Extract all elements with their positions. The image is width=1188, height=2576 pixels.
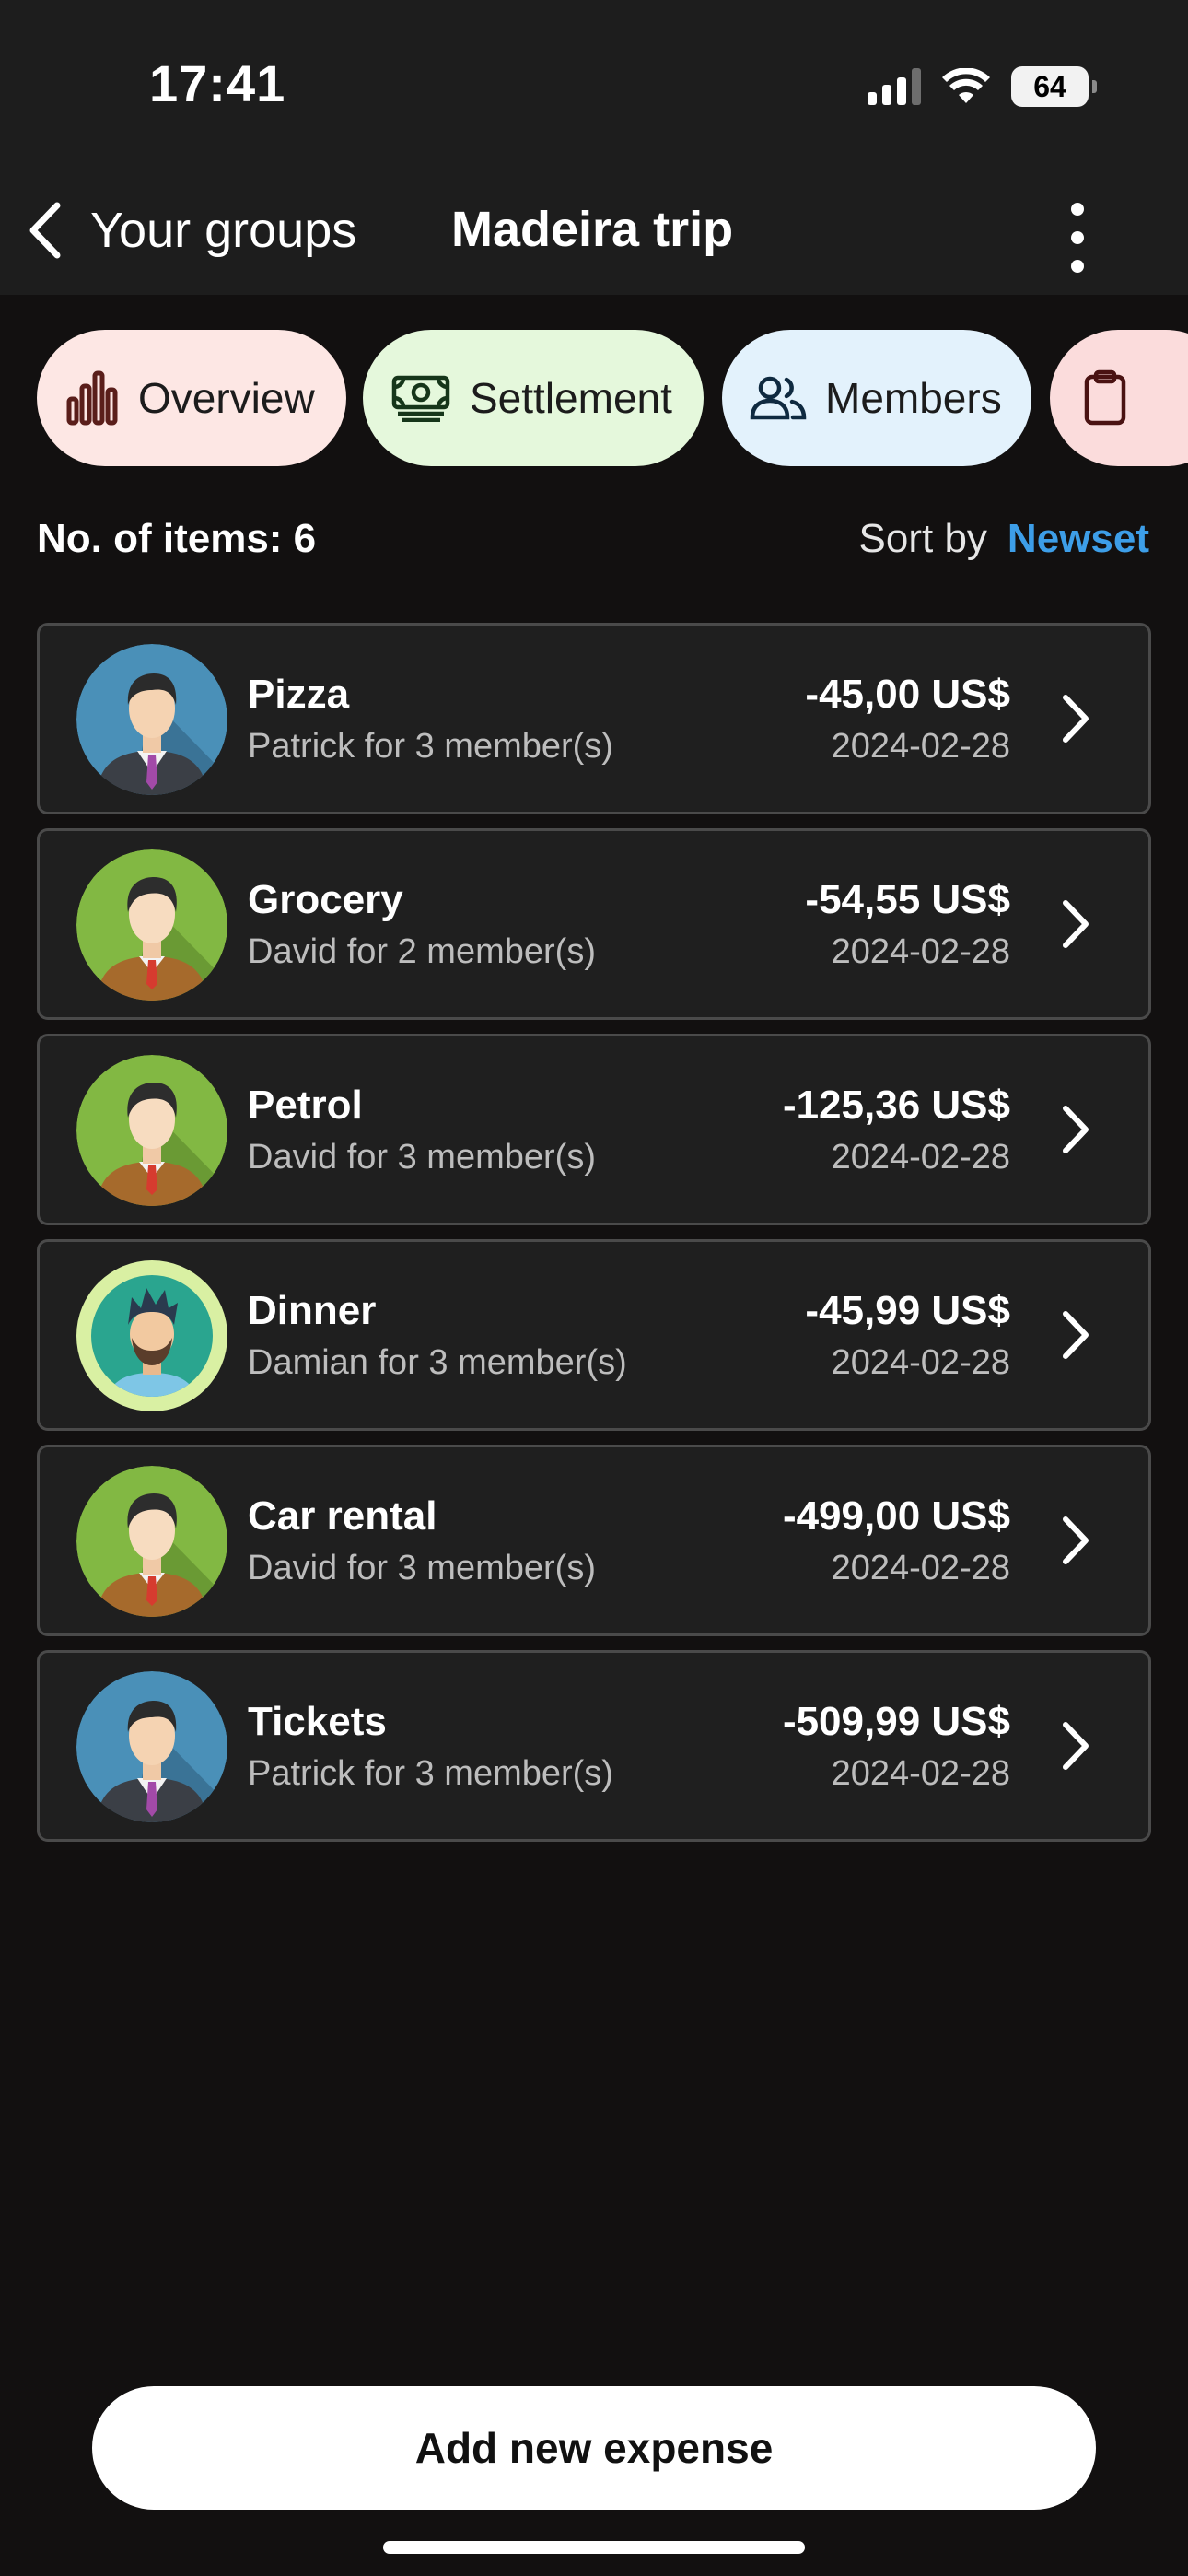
expense-item[interactable]: Dinner Damian for 3 member(s) -45,99 US$ 20… bbox=[37, 1239, 1151, 1431]
expense-item[interactable]: Petrol David for 3 member(s) -125,36 US$ 20… bbox=[37, 1034, 1151, 1225]
expense-title: Car rental bbox=[248, 1493, 437, 1539]
expense-date: 2024-02-28 bbox=[831, 1138, 1010, 1177]
avatar bbox=[76, 849, 227, 1001]
expense-amount: -54,55 US$ bbox=[805, 877, 1010, 922]
expense-date: 2024-02-28 bbox=[831, 727, 1010, 766]
expense-title: Pizza bbox=[248, 672, 350, 717]
tab-members-label: Members bbox=[825, 374, 1002, 422]
sort-dropdown[interactable]: Newset bbox=[1007, 516, 1149, 562]
expense-amount: -499,00 US$ bbox=[782, 1493, 1010, 1539]
expense-item[interactable]: Tickets Patrick for 3 member(s) -509,99 US… bbox=[37, 1650, 1151, 1842]
expense-item[interactable]: Car rental David for 3 member(s) -499,00 U… bbox=[37, 1445, 1151, 1636]
expense-amount: -125,36 US$ bbox=[782, 1083, 1010, 1128]
avatar bbox=[76, 1055, 227, 1206]
back-label: Your groups bbox=[90, 203, 357, 258]
expense-payer: Patrick for 3 member(s) bbox=[248, 727, 613, 766]
tab-settlement-label: Settlement bbox=[470, 374, 672, 422]
more-vertical-icon bbox=[1071, 203, 1084, 216]
expense-list: Pizza Patrick for 3 member(s) -45,00 US$ 20… bbox=[37, 623, 1151, 1856]
expense-title: Tickets bbox=[248, 1699, 387, 1744]
chevron-right-icon bbox=[1060, 692, 1091, 745]
tab-chips: Overview Settlement Members bbox=[0, 330, 1188, 466]
avatar bbox=[76, 1671, 227, 1822]
chevron-right-icon bbox=[1060, 1308, 1091, 1362]
avatar bbox=[76, 1466, 227, 1617]
battery-indicator: 64 bbox=[1011, 66, 1097, 107]
tab-overview[interactable]: Overview bbox=[37, 330, 346, 466]
home-indicator bbox=[383, 2541, 805, 2554]
expense-payer: Damian for 3 member(s) bbox=[248, 1343, 627, 1382]
avatar bbox=[76, 644, 227, 795]
expense-payer: David for 3 member(s) bbox=[248, 1138, 596, 1177]
users-icon bbox=[750, 376, 807, 420]
sort-label: Sort by bbox=[858, 516, 987, 561]
page-title: Madeira trip bbox=[451, 202, 734, 257]
chevron-right-icon bbox=[1060, 1719, 1091, 1773]
bar-chart-icon bbox=[66, 370, 118, 426]
expense-payer: Patrick for 3 member(s) bbox=[248, 1754, 613, 1793]
expense-amount: -509,99 US$ bbox=[782, 1699, 1010, 1744]
expense-title: Grocery bbox=[248, 877, 403, 922]
expense-item[interactable]: Grocery David for 2 member(s) -54,55 US$ 20… bbox=[37, 828, 1151, 1020]
avatar bbox=[76, 1260, 227, 1411]
chevron-left-icon bbox=[29, 202, 61, 259]
banknote-icon bbox=[391, 375, 450, 422]
expenses-screen: 17:41 64 Your groups Madeira trip Overvi… bbox=[0, 0, 1188, 2576]
wifi-icon bbox=[942, 68, 990, 103]
expense-item[interactable]: Pizza Patrick for 3 member(s) -45,00 US$ 20… bbox=[37, 623, 1151, 814]
items-count: No. of items: 6 bbox=[37, 516, 317, 561]
cellular-signal-icon bbox=[868, 68, 921, 105]
status-icons: 64 bbox=[868, 64, 1097, 109]
expense-date: 2024-02-28 bbox=[831, 1343, 1010, 1382]
sort-control: Sort by Newset bbox=[859, 516, 1149, 562]
expense-amount: -45,99 US$ bbox=[805, 1288, 1010, 1333]
expense-title: Dinner bbox=[248, 1288, 377, 1333]
tab-notes[interactable] bbox=[1050, 330, 1188, 466]
tab-members[interactable]: Members bbox=[722, 330, 1031, 466]
clipboard-icon bbox=[1084, 369, 1126, 426]
back-button[interactable]: Your groups bbox=[24, 193, 356, 267]
expense-payer: David for 3 member(s) bbox=[248, 1549, 596, 1587]
more-menu-button[interactable] bbox=[1059, 203, 1096, 273]
expense-date: 2024-02-28 bbox=[831, 932, 1010, 971]
expense-date: 2024-02-28 bbox=[831, 1549, 1010, 1587]
expense-date: 2024-02-28 bbox=[831, 1754, 1010, 1793]
chevron-right-icon bbox=[1060, 897, 1091, 951]
expense-amount: -45,00 US$ bbox=[805, 672, 1010, 717]
add-expense-button[interactable]: Add new expense bbox=[92, 2386, 1096, 2510]
status-time: 17:41 bbox=[149, 54, 286, 112]
tab-settlement[interactable]: Settlement bbox=[363, 330, 704, 466]
tab-overview-label: Overview bbox=[138, 374, 315, 422]
expense-payer: David for 2 member(s) bbox=[248, 932, 596, 971]
chevron-right-icon bbox=[1060, 1514, 1091, 1567]
expense-title: Petrol bbox=[248, 1083, 363, 1128]
chevron-right-icon bbox=[1060, 1103, 1091, 1156]
